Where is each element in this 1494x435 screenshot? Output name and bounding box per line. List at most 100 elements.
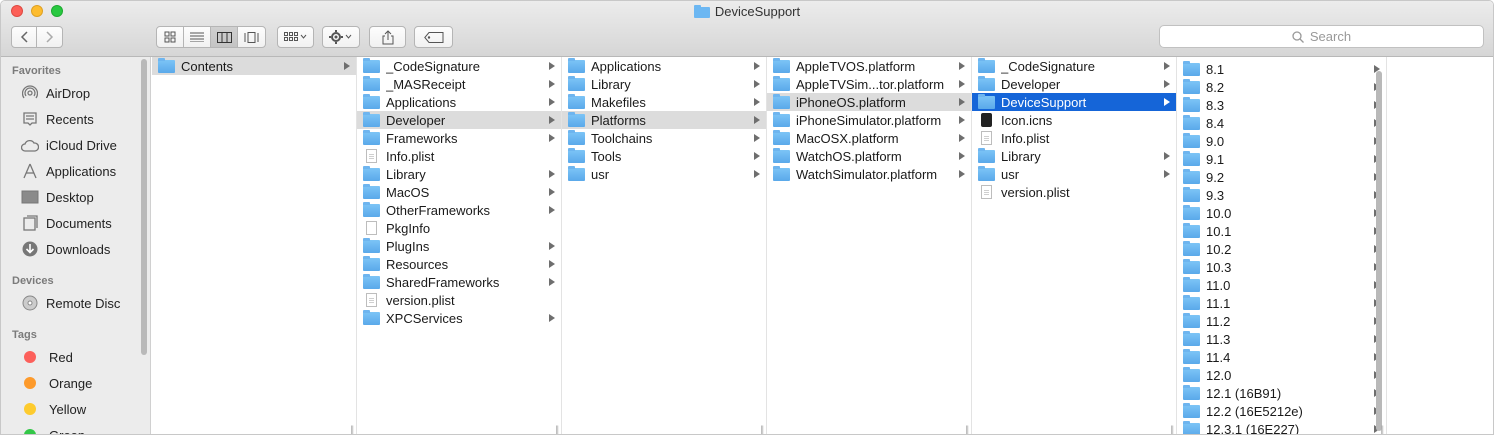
gallery-view-button[interactable] [238, 27, 265, 47]
column-view-button[interactable] [211, 27, 238, 47]
folder-row[interactable]: 8.2 [1177, 78, 1386, 96]
sidebar-item-remote-disc[interactable]: Remote Disc [1, 290, 150, 316]
sidebar-item-icloud-drive[interactable]: iCloud Drive [1, 132, 150, 158]
folder-row[interactable]: 11.4 [1177, 348, 1386, 366]
sidebar-item-red[interactable]: Red [1, 344, 150, 370]
folder-row[interactable]: 10.3 [1177, 258, 1386, 276]
folder-row[interactable]: 12.2 (16E5212e) [1177, 402, 1386, 420]
folder-row[interactable]: usr [972, 165, 1176, 183]
disclosure-arrow-icon [549, 278, 555, 286]
folder-row[interactable]: Tools [562, 147, 766, 165]
folder-row[interactable]: DeviceSupport [972, 93, 1176, 111]
folder-row[interactable]: iPhoneOS.platform [767, 93, 971, 111]
item-name: Developer [1001, 76, 1061, 92]
folder-row[interactable]: usr [562, 165, 766, 183]
icon-view-button[interactable] [157, 27, 184, 47]
folder-row[interactable]: 11.3 [1177, 330, 1386, 348]
folder-row[interactable]: PlugIns [357, 237, 561, 255]
folder-row[interactable]: AppleTVOS.platform [767, 57, 971, 75]
sidebar-item-orange[interactable]: Orange [1, 370, 150, 396]
arrange-button[interactable] [277, 26, 314, 48]
forward-button[interactable] [37, 27, 62, 47]
back-button[interactable] [12, 27, 38, 47]
sidebar-item-desktop[interactable]: Desktop [1, 184, 150, 210]
folder-row[interactable]: 12.0 [1177, 366, 1386, 384]
folder-row[interactable]: MacOSX.platform [767, 129, 971, 147]
sidebar-item-green[interactable]: Green [1, 422, 150, 434]
file-row[interactable]: Icon.icns [972, 111, 1176, 129]
sidebar-item-applications[interactable]: Applications [1, 158, 150, 184]
folder-row[interactable]: _CodeSignature [357, 57, 561, 75]
column-scrollbar[interactable] [1376, 71, 1382, 431]
folder-row[interactable]: 9.3 [1177, 186, 1386, 204]
folder-row[interactable]: Library [972, 147, 1176, 165]
search-field[interactable]: Search [1159, 25, 1484, 48]
folder-row[interactable]: Applications [562, 57, 766, 75]
folder-row[interactable]: 10.0 [1177, 204, 1386, 222]
folder-row[interactable]: 8.1 [1177, 60, 1386, 78]
sidebar-item-recents[interactable]: Recents [1, 106, 150, 132]
sidebar-item-airdrop[interactable]: AirDrop [1, 80, 150, 106]
sidebar-item-downloads[interactable]: Downloads [1, 236, 150, 262]
column-resize-handle[interactable]: || [760, 424, 764, 434]
file-row[interactable]: Info.plist [972, 129, 1176, 147]
sidebar-scrollbar[interactable] [141, 59, 147, 355]
column-resize-handle[interactable]: || [350, 424, 354, 434]
folder-row[interactable]: 10.1 [1177, 222, 1386, 240]
folder-row[interactable]: MacOS [357, 183, 561, 201]
applications-icon [21, 162, 39, 180]
file-row[interactable]: version.plist [972, 183, 1176, 201]
folder-row[interactable]: Library [357, 165, 561, 183]
folder-row[interactable]: Toolchains [562, 129, 766, 147]
folder-row[interactable]: iPhoneSimulator.platform [767, 111, 971, 129]
folder-row[interactable]: OtherFrameworks [357, 201, 561, 219]
folder-row[interactable]: 11.1 [1177, 294, 1386, 312]
file-row[interactable]: PkgInfo [357, 219, 561, 237]
folder-row[interactable]: 8.3 [1177, 96, 1386, 114]
item-name: AppleTVSim...tor.platform [796, 76, 945, 92]
column-resize-handle[interactable]: || [555, 424, 559, 434]
folder-row[interactable]: Makefiles [562, 93, 766, 111]
folder-row[interactable]: 9.2 [1177, 168, 1386, 186]
folder-row[interactable]: Platforms [562, 111, 766, 129]
folder-row[interactable]: Applications [357, 93, 561, 111]
column-resize-handle[interactable]: || [1170, 424, 1174, 434]
folder-row[interactable]: 9.1 [1177, 150, 1386, 168]
folder-row[interactable]: 11.2 [1177, 312, 1386, 330]
folder-icon [363, 165, 380, 181]
disclosure-arrow-icon [754, 152, 760, 160]
folder-row[interactable]: 12.3.1 (16E227) [1177, 420, 1386, 434]
folder-row[interactable]: 12.1 (16B91) [1177, 384, 1386, 402]
folder-row[interactable]: _CodeSignature [972, 57, 1176, 75]
action-button[interactable] [322, 26, 360, 48]
list-view-button[interactable] [184, 27, 211, 47]
folder-row[interactable]: WatchSimulator.platform [767, 165, 971, 183]
file-row[interactable]: version.plist [357, 291, 561, 309]
folder-row[interactable]: Resources [357, 255, 561, 273]
tags-button[interactable] [414, 26, 453, 48]
folder-row[interactable]: 8.4 [1177, 114, 1386, 132]
folder-icon [363, 129, 380, 145]
column-resize-handle[interactable]: || [965, 424, 969, 434]
folder-row[interactable]: Frameworks [357, 129, 561, 147]
folder-row[interactable]: _MASReceipt [357, 75, 561, 93]
column-resize-handle[interactable]: || [1380, 424, 1384, 434]
folder-row[interactable]: 9.0 [1177, 132, 1386, 150]
folder-icon [1183, 276, 1200, 292]
item-name: AppleTVOS.platform [796, 58, 916, 74]
file-row[interactable]: Info.plist [357, 147, 561, 165]
disclosure-arrow-icon [1164, 152, 1170, 160]
folder-row[interactable]: Library [562, 75, 766, 93]
folder-row[interactable]: XPCServices [357, 309, 561, 327]
folder-row[interactable]: Contents [152, 57, 356, 75]
folder-row[interactable]: WatchOS.platform [767, 147, 971, 165]
folder-row[interactable]: AppleTVSim...tor.platform [767, 75, 971, 93]
folder-row[interactable]: 11.0 [1177, 276, 1386, 294]
folder-row[interactable]: Developer [972, 75, 1176, 93]
folder-row[interactable]: Developer [357, 111, 561, 129]
folder-row[interactable]: 10.2 [1177, 240, 1386, 258]
folder-row[interactable]: SharedFrameworks [357, 273, 561, 291]
sidebar-item-documents[interactable]: Documents [1, 210, 150, 236]
share-button[interactable] [369, 26, 406, 48]
sidebar-item-yellow[interactable]: Yellow [1, 396, 150, 422]
